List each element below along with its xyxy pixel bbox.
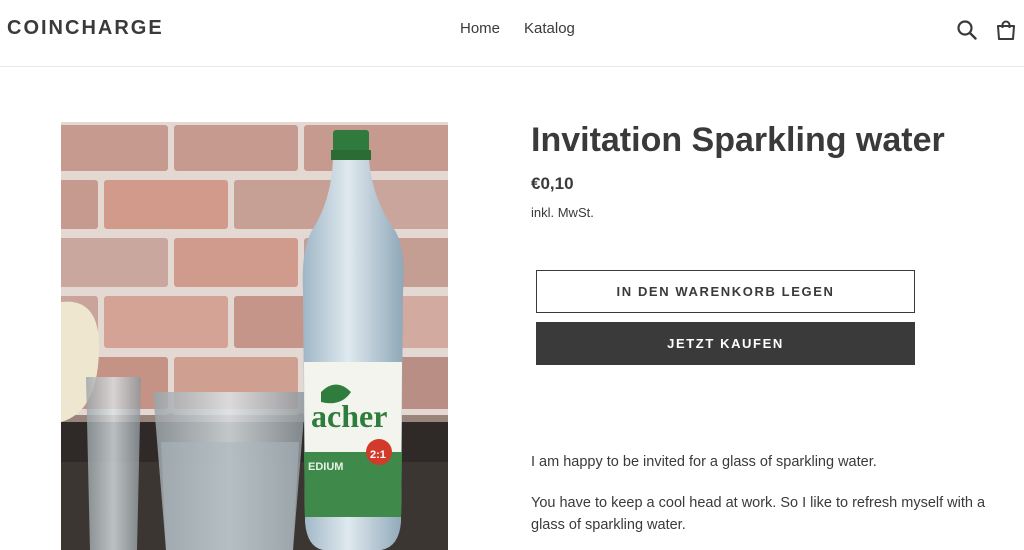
buy-now-button[interactable]: JETZT KAUFEN bbox=[536, 322, 915, 365]
product-image[interactable]: acher 2:1 EDIUM bbox=[61, 122, 448, 550]
svg-text:acher: acher bbox=[311, 398, 387, 434]
search-icon[interactable] bbox=[956, 19, 978, 41]
product-description-paragraph: I am happy to be invited for a glass of … bbox=[531, 454, 877, 470]
cart-icon[interactable] bbox=[995, 19, 1017, 41]
product-description-paragraph: You have to keep a cool head at work. So… bbox=[531, 495, 986, 533]
product-price: €0,10 bbox=[531, 174, 574, 193]
nav-katalog[interactable]: Katalog bbox=[524, 20, 575, 37]
nav-home[interactable]: Home bbox=[460, 20, 500, 37]
site-header: COINCHARGE Home Katalog bbox=[0, 0, 1024, 67]
svg-text:2:1: 2:1 bbox=[370, 449, 386, 461]
main-nav: Home Katalog bbox=[460, 20, 575, 37]
svg-text:EDIUM: EDIUM bbox=[308, 461, 343, 473]
site-logo[interactable]: COINCHARGE bbox=[7, 17, 164, 40]
product-photo-illustration: acher 2:1 EDIUM bbox=[61, 122, 448, 550]
add-to-cart-button[interactable]: IN DEN WARENKORB LEGEN bbox=[536, 270, 915, 313]
tax-note: inkl. MwSt. bbox=[531, 205, 594, 220]
product-title: Invitation Sparkling water bbox=[531, 121, 945, 159]
